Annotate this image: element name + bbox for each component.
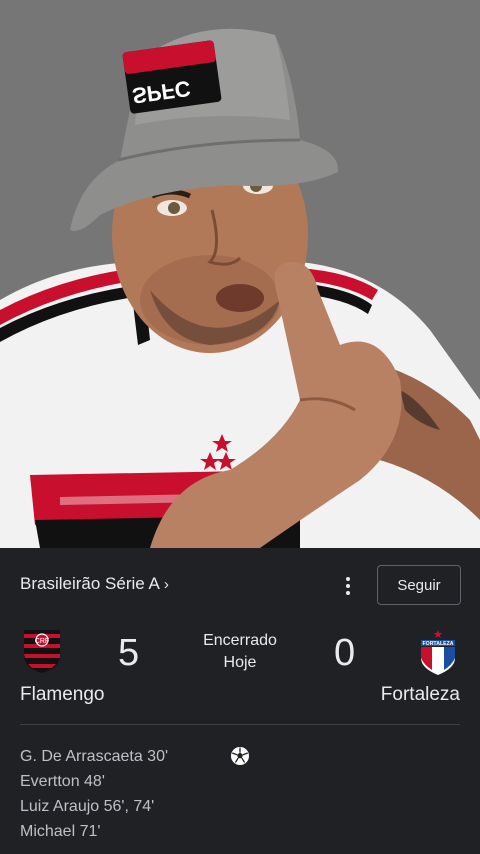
video-still: SPFC [0,0,480,548]
status-text: Encerrado [203,632,277,649]
match-card: Brasileirão Série A › Seguir CRF 5 Encer… [0,548,480,854]
scorer-item: Michael 71' [20,823,101,840]
chevron-right-icon: › [163,575,169,593]
home-team-name[interactable]: Flamengo [20,684,105,706]
fortaleza-crest-text: FORTALEZA [422,641,453,647]
divider [20,724,460,725]
scorer-item: Evertton 48' [20,773,105,790]
scorers-list: G. De Arrascaeta 30' Evertton 48' Luiz A… [20,744,168,844]
svg-text:CRF: CRF [35,638,49,645]
more-options-icon[interactable] [338,572,358,600]
away-score: 0 [334,632,356,674]
scorer-item: Luiz Araujo 56', 74' [20,798,155,815]
status-date: Hoje [223,654,257,671]
away-team-name[interactable]: Fortaleza [381,684,460,706]
match-status: Encerrado Hoje [180,630,300,674]
scorer-item: G. De Arrascaeta 30' [20,748,169,765]
fortaleza-crest-icon[interactable]: FORTALEZA [418,630,458,676]
video-frame[interactable]: SPFC [0,0,480,548]
follow-button[interactable]: Seguir [377,565,461,605]
flamengo-crest-icon[interactable]: CRF [22,628,62,674]
home-score: 5 [118,632,140,674]
league-link[interactable]: Brasileirão Série A › [20,574,169,594]
league-name: Brasileirão Série A [20,574,160,593]
league-header: Brasileirão Série A › Seguir [20,565,461,610]
soccer-ball-icon [231,747,249,765]
